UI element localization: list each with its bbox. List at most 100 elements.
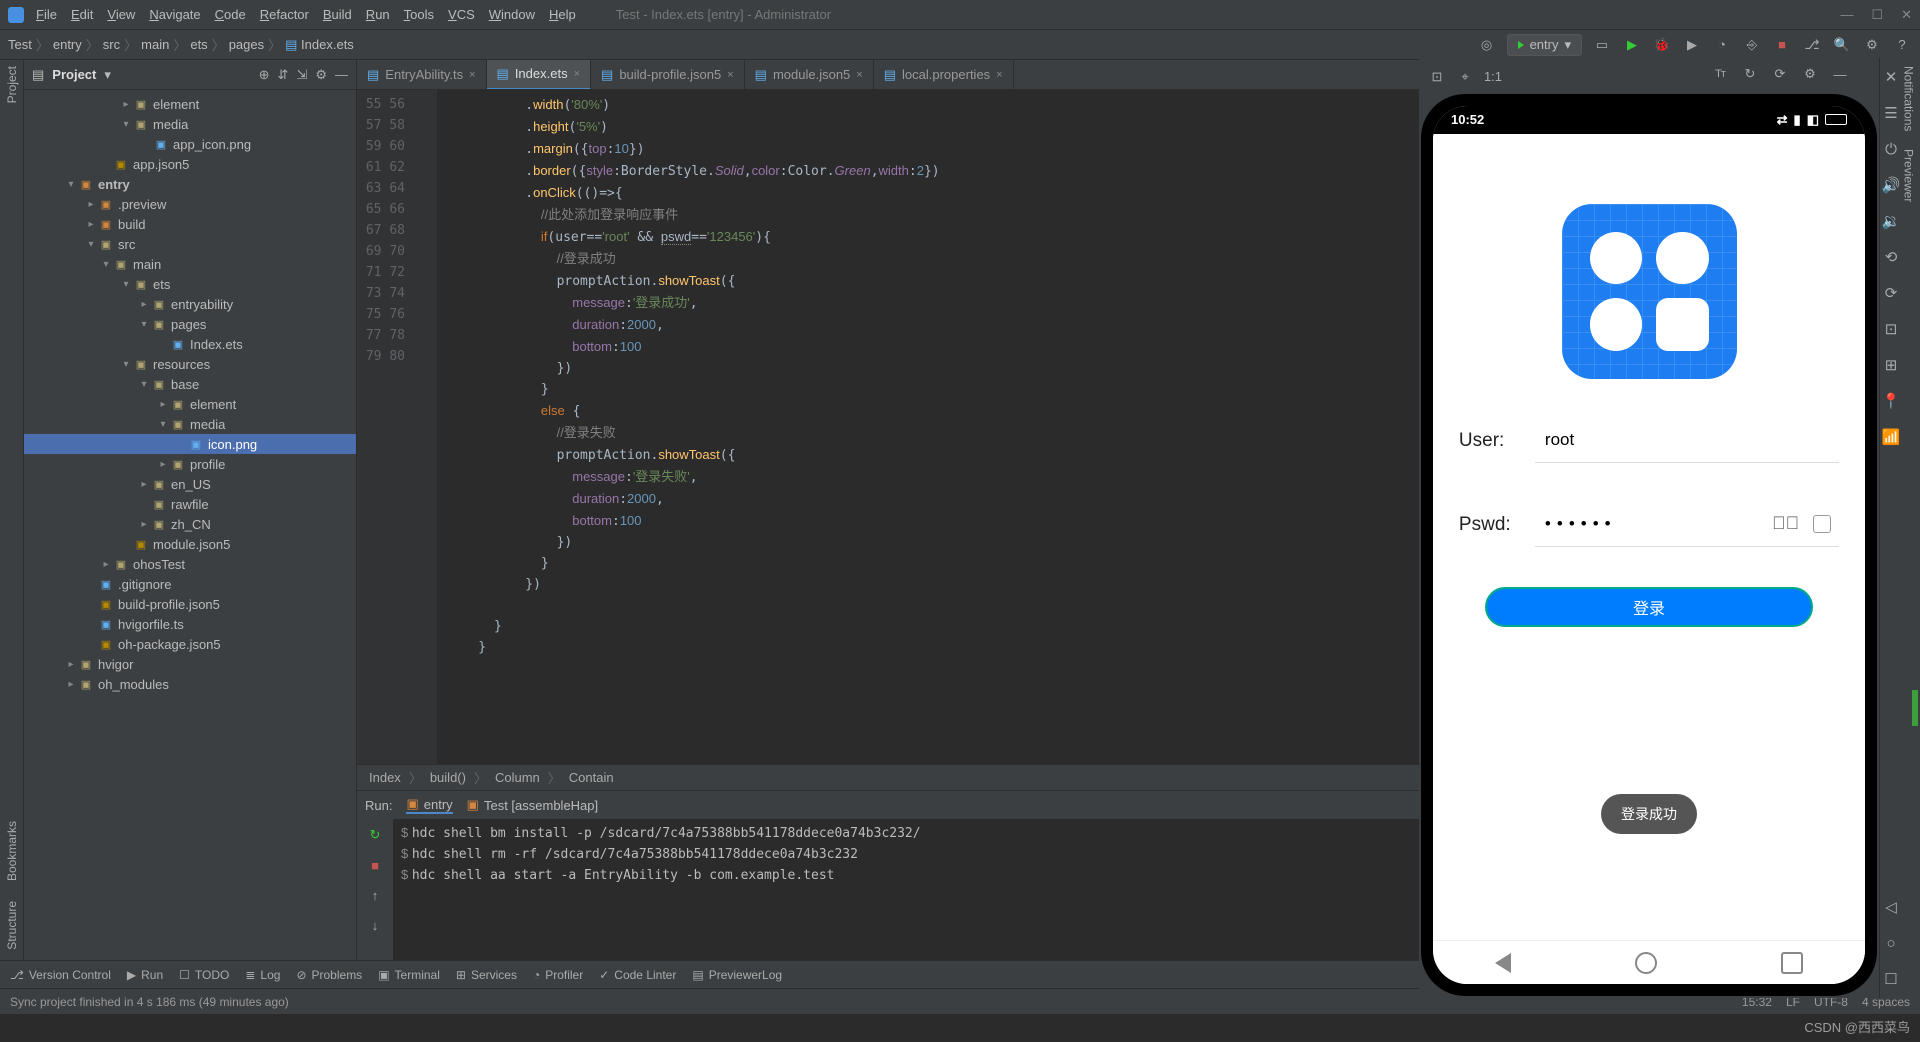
tree-node[interactable]: ▾▣src [24, 234, 356, 254]
rotate-icon[interactable]: ⟳ [1770, 64, 1790, 84]
chevron-down-icon[interactable]: ▾ [104, 67, 111, 83]
tree-node[interactable]: ▾▣media [24, 414, 356, 434]
trail-item[interactable]: Contain [569, 770, 614, 785]
device-icon[interactable]: ▭ [1592, 35, 1612, 55]
project-tree[interactable]: ▸▣element▾▣media ▣app_icon.png ▣app.json… [24, 90, 356, 960]
back-icon[interactable] [1495, 953, 1511, 973]
wifi-icon[interactable]: 📶 [1880, 426, 1902, 448]
tree-node[interactable]: ▾▣entry [24, 174, 356, 194]
crumb[interactable]: src [103, 37, 120, 52]
tool-problems[interactable]: ⊘Problems [296, 968, 362, 982]
editor-tab[interactable]: ▤module.json5× [745, 60, 874, 90]
tool-code-linter[interactable]: ✓Code Linter [599, 968, 676, 982]
hide-icon[interactable]: — [335, 67, 348, 83]
back-icon[interactable]: ◁ [1880, 896, 1902, 918]
menu-refactor[interactable]: Refactor [260, 7, 309, 22]
run-config-selector[interactable]: entry ▾ [1507, 34, 1582, 56]
editor-tab[interactable]: ▤build-profile.json5× [591, 60, 745, 90]
tree-node[interactable]: ▣oh-package.json5 [24, 634, 356, 654]
tool-log[interactable]: ≣Log [245, 968, 280, 982]
editor-tab[interactable]: ▤Index.ets× [487, 60, 592, 90]
gear-icon[interactable]: ⚙ [315, 67, 327, 83]
close-icon[interactable]: ✕ [1901, 7, 1912, 23]
menu-run[interactable]: Run [366, 7, 390, 22]
memory-indicator[interactable] [1912, 690, 1918, 726]
editor-tab[interactable]: ▤EntryAbility.ts× [357, 60, 487, 90]
close-tab-icon[interactable]: × [727, 69, 733, 81]
menu-vcs[interactable]: VCS [448, 7, 475, 22]
target-icon[interactable]: ◎ [1477, 35, 1497, 55]
debug-icon[interactable]: 🐞 [1652, 35, 1672, 55]
location-icon[interactable]: 📍 [1880, 390, 1902, 412]
close-tab-icon[interactable]: × [856, 69, 862, 81]
bookmarks-tool-button[interactable]: Bookmarks [5, 821, 19, 881]
run-icon[interactable]: ▶ [1622, 35, 1642, 55]
editor-tab[interactable]: ▤local.properties× [874, 60, 1014, 90]
volume-down-icon[interactable]: 🔉 [1880, 210, 1902, 232]
tree-node[interactable]: ▾▣resources [24, 354, 356, 374]
login-button[interactable]: 登录 [1485, 587, 1813, 627]
home-icon[interactable] [1635, 952, 1657, 974]
rerun-icon[interactable]: ↻ [365, 825, 385, 845]
tree-node[interactable]: ▸▣oh_modules [24, 674, 356, 694]
menu-navigate[interactable]: Navigate [149, 7, 200, 22]
tool-profiler[interactable]: ◔Profiler [533, 968, 583, 982]
tree-node[interactable]: ▸▣build [24, 214, 356, 234]
menu-view[interactable]: View [107, 7, 135, 22]
crumb[interactable]: main [141, 37, 169, 52]
tree-node[interactable]: ▣app_icon.png [24, 134, 356, 154]
tree-node[interactable]: ▾▣media [24, 114, 356, 134]
close-tab-icon[interactable]: × [996, 69, 1002, 81]
text-scale-icon[interactable]: Tт [1710, 64, 1730, 84]
tool-run[interactable]: ▶Run [127, 968, 163, 982]
tree-node[interactable]: ▸▣element [24, 394, 356, 414]
tree-node[interactable]: ▾▣main [24, 254, 356, 274]
menu-tools[interactable]: Tools [404, 7, 434, 22]
expand-all-icon[interactable]: ⇵ [278, 67, 289, 83]
attach-icon[interactable]: ⎆ [1742, 35, 1762, 55]
profile-icon[interactable]: ◔ [1712, 35, 1732, 55]
tree-node[interactable]: ▸▣hvigor [24, 654, 356, 674]
rotate-right-icon[interactable]: ⟳ [1880, 282, 1902, 304]
trail-item[interactable]: build() [430, 770, 466, 785]
settings-icon[interactable]: ⚙ [1862, 35, 1882, 55]
tree-node[interactable]: ▣.gitignore [24, 574, 356, 594]
tree-node[interactable]: ▸▣entryability [24, 294, 356, 314]
crumb[interactable]: ets [190, 37, 207, 52]
user-input[interactable] [1535, 419, 1839, 463]
stop-run-icon[interactable]: ■ [365, 855, 385, 875]
menu-help[interactable]: Help [549, 7, 576, 22]
zoom-icon[interactable]: ⊞ [1880, 354, 1902, 376]
up-icon[interactable]: ↑ [365, 885, 385, 905]
trail-item[interactable]: Column [495, 770, 540, 785]
menu-build[interactable]: Build [323, 7, 352, 22]
help-icon[interactable]: ? [1892, 35, 1912, 55]
menu-icon[interactable]: ☰ [1880, 102, 1902, 124]
tree-node[interactable]: ▣module.json5 [24, 534, 356, 554]
run-tab-test[interactable]: ▣Test [assembleHap] [467, 797, 598, 813]
search-icon[interactable]: 🔍 [1832, 35, 1852, 55]
stop-icon[interactable]: ■ [1772, 35, 1792, 55]
crumb[interactable]: ▤ Index.ets [285, 37, 354, 53]
recent-icon[interactable] [1781, 952, 1803, 974]
remember-checkbox[interactable] [1813, 515, 1831, 533]
power-icon[interactable]: ⏻ [1880, 138, 1902, 160]
home-icon[interactable]: ○ [1880, 932, 1902, 954]
run-tab-entry[interactable]: ▣entry [406, 796, 452, 814]
menu-edit[interactable]: Edit [71, 7, 93, 22]
volume-up-icon[interactable]: 🔊 [1880, 174, 1902, 196]
tree-node[interactable]: ▣app.json5 [24, 154, 356, 174]
close-tab-icon[interactable]: × [574, 68, 580, 80]
tree-node[interactable]: ▾▣pages [24, 314, 356, 334]
crumb[interactable]: Test [8, 37, 32, 52]
minimize-icon[interactable]: — [1840, 7, 1853, 23]
screenshot-icon[interactable]: ⊡ [1880, 318, 1902, 340]
overview-icon[interactable]: ☐ [1880, 968, 1902, 990]
minimize-icon[interactable]: — [1830, 64, 1850, 84]
crumb[interactable]: entry [53, 37, 82, 52]
eye-off-icon[interactable]: 👁⃠ [1772, 513, 1799, 534]
down-icon[interactable]: ↓ [365, 915, 385, 935]
tree-node[interactable]: ▣hvigorfile.ts [24, 614, 356, 634]
tree-node[interactable]: ▸▣element [24, 94, 356, 114]
tool-previewerlog[interactable]: ▤PreviewerLog [692, 968, 782, 982]
